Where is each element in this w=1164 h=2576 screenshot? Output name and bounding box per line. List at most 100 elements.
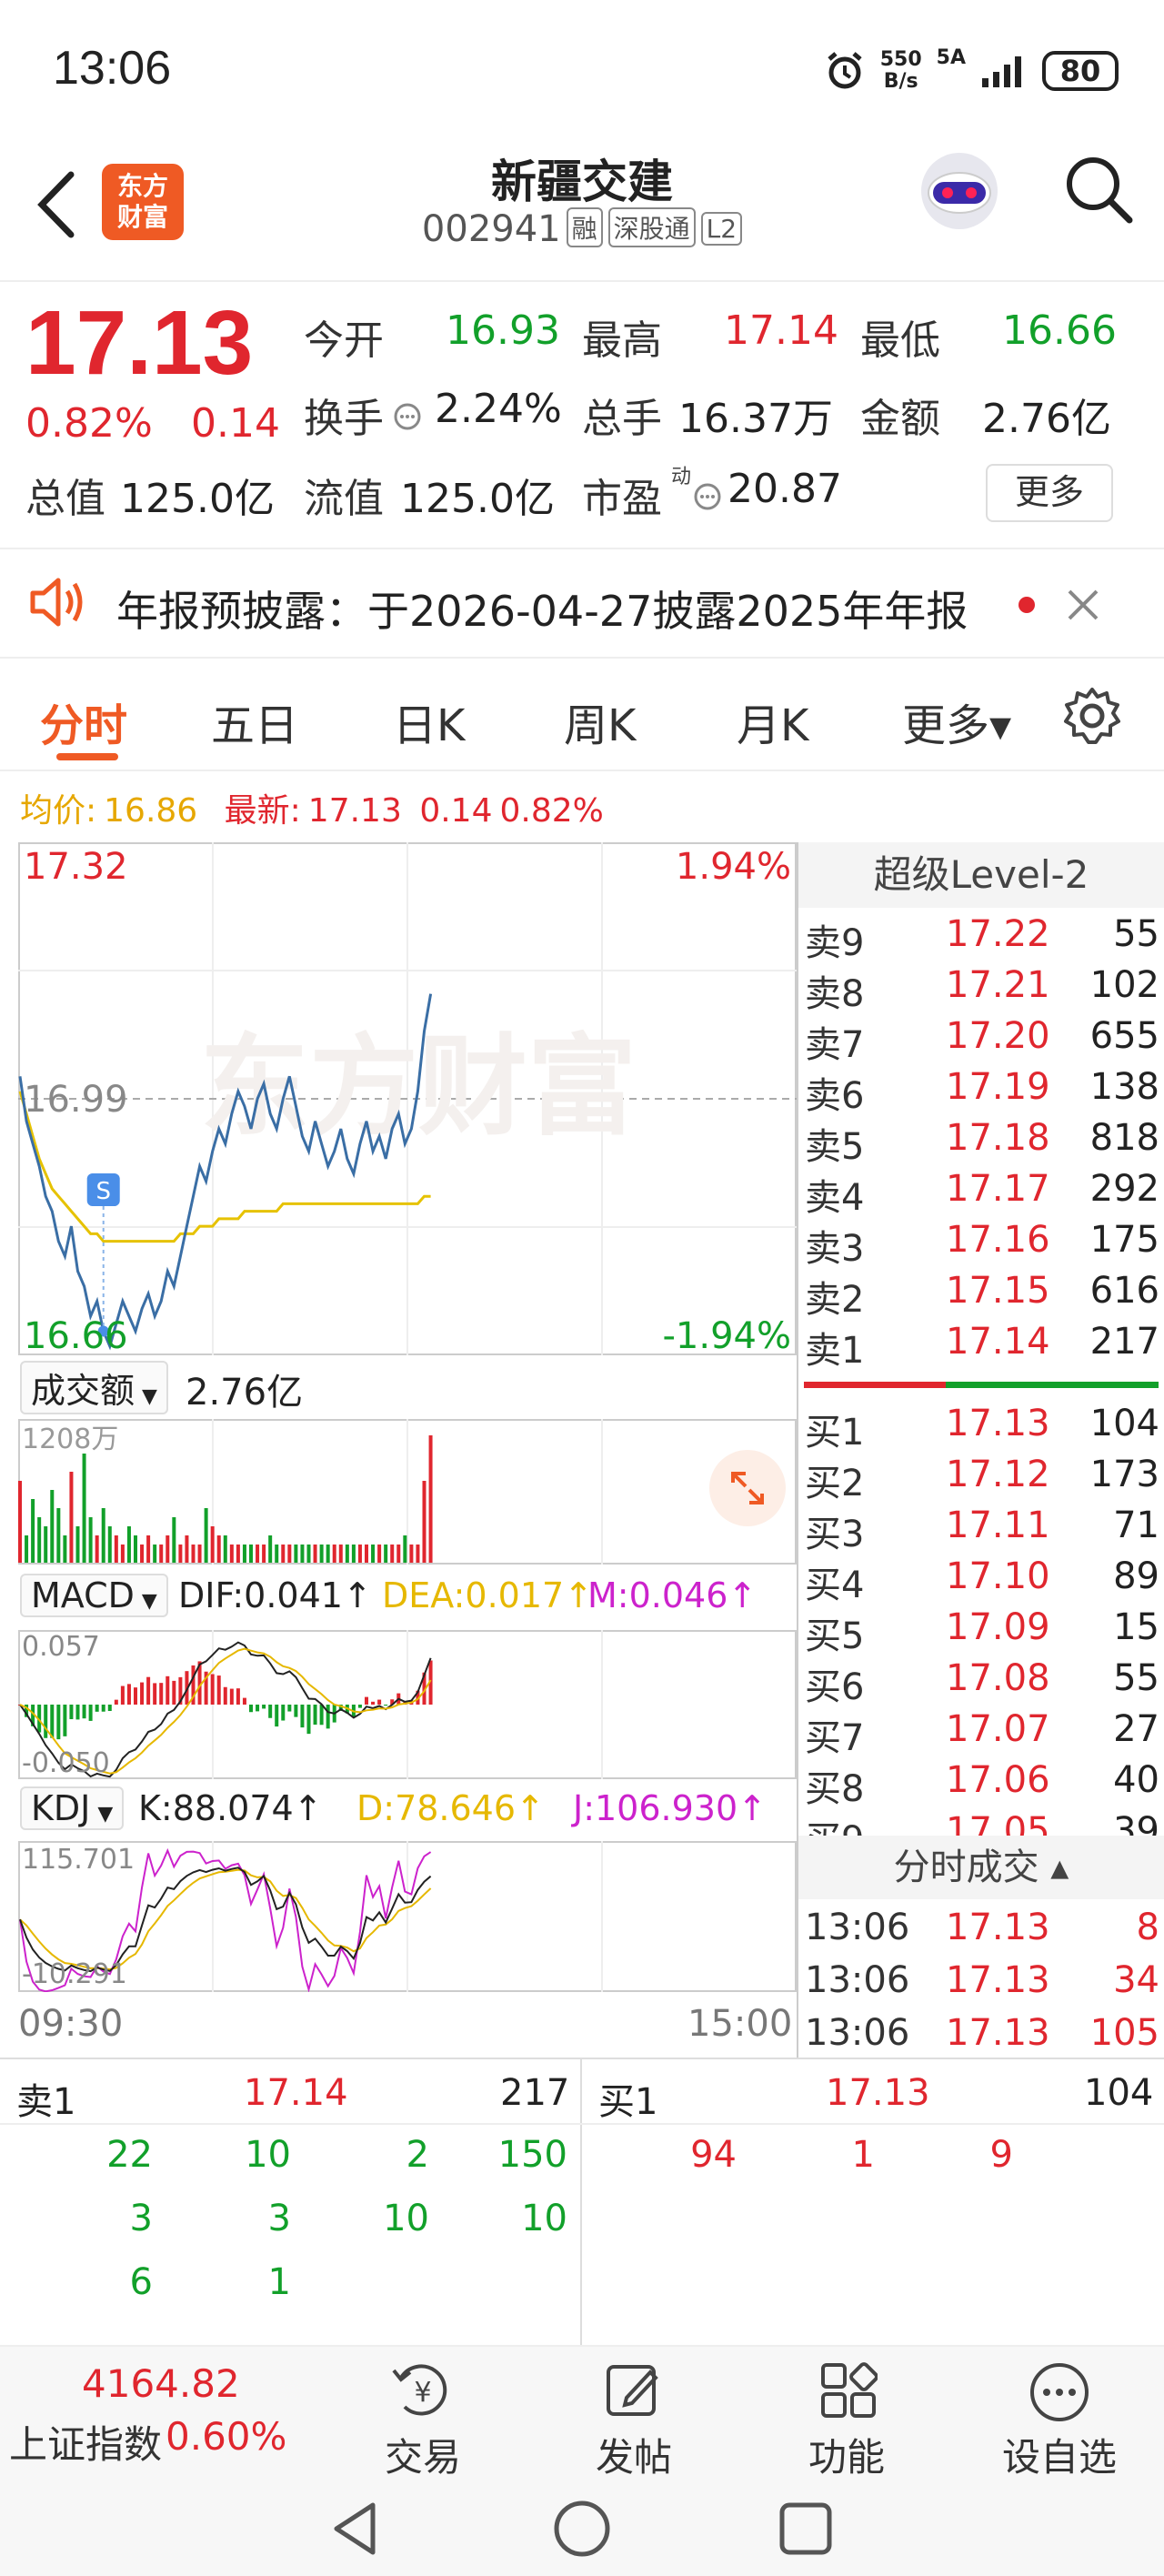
macd-bar bbox=[63, 1705, 67, 1736]
macd-bar bbox=[146, 1676, 151, 1705]
level-label: 买6 bbox=[805, 1666, 865, 1708]
level-volume: 71 bbox=[1113, 1504, 1159, 1546]
change-pct: 0.82% bbox=[25, 400, 153, 447]
search-icon[interactable] bbox=[1062, 153, 1135, 226]
bid-row[interactable]: 买2 17.12 173 bbox=[805, 1454, 1159, 1504]
indicator-select-macd[interactable]: MACD ▼ bbox=[20, 1574, 168, 1617]
volume-bar bbox=[82, 1454, 86, 1563]
index-name: 上证指数 bbox=[9, 2422, 163, 2467]
macd-bar bbox=[69, 1705, 74, 1720]
info-icon[interactable] bbox=[693, 482, 722, 511]
edit-icon bbox=[607, 2365, 658, 2416]
nav-post[interactable]: 发帖 bbox=[575, 2356, 693, 2480]
queue-order: 150 bbox=[497, 2134, 567, 2176]
volume-bar bbox=[384, 1545, 388, 1563]
volume-bar bbox=[56, 1508, 61, 1563]
open-label: 今开 bbox=[304, 317, 384, 364]
indicator-select-kdj[interactable]: KDJ ▼ bbox=[20, 1786, 125, 1830]
pe-label: 市盈 bbox=[582, 476, 662, 522]
tick-trades-header[interactable]: 分时成交 ▴ bbox=[798, 1836, 1164, 1899]
volume-bar bbox=[159, 1545, 164, 1563]
bid-row[interactable]: 买8 17.06 40 bbox=[805, 1759, 1159, 1810]
macd-bar bbox=[44, 1705, 48, 1738]
macd-bar bbox=[300, 1705, 305, 1728]
more-dots-icon bbox=[1030, 2363, 1089, 2421]
home-nav-icon[interactable] bbox=[553, 2500, 611, 2558]
close-icon[interactable] bbox=[1066, 588, 1100, 622]
nav-functions[interactable]: 功能 bbox=[788, 2356, 906, 2480]
ask-row[interactable]: 卖9 17.22 55 bbox=[805, 913, 1159, 964]
nav-add-watchlist[interactable]: 设自选 bbox=[991, 2356, 1128, 2480]
volume-bar bbox=[185, 1535, 189, 1563]
ask-row[interactable]: 卖4 17.17 292 bbox=[805, 1168, 1159, 1219]
alarm-icon bbox=[828, 52, 862, 89]
volume-label: 总手 bbox=[582, 396, 662, 442]
ratio-bar-sell bbox=[804, 1382, 946, 1388]
bid-row[interactable]: 买7 17.07 27 bbox=[805, 1708, 1159, 1759]
recent-apps-icon[interactable] bbox=[778, 2501, 833, 2556]
kdj-j: J:106.930↑ bbox=[573, 1788, 767, 1828]
index-ticker[interactable]: 4164.82 上证指数 0.60% bbox=[0, 2345, 286, 2481]
order-book-title[interactable]: 超级Level-2 bbox=[798, 842, 1164, 908]
queue-ask-price: 17.14 bbox=[244, 2072, 348, 2114]
tick-row[interactable]: 13:06 17.13 34 bbox=[805, 1959, 1159, 2010]
back-nav-icon[interactable] bbox=[327, 2500, 382, 2558]
bid-row[interactable]: 买6 17.08 55 bbox=[805, 1657, 1159, 1708]
more-button[interactable]: 更多 bbox=[986, 464, 1113, 522]
indicator-select-volume[interactable]: 成交额 ▼ bbox=[20, 1361, 168, 1414]
grid-icon bbox=[821, 2362, 878, 2418]
ask-row[interactable]: 卖2 17.15 616 bbox=[805, 1270, 1159, 1321]
ratio-bar-buy bbox=[946, 1382, 1159, 1388]
macd-bar bbox=[249, 1705, 254, 1713]
volume-bar bbox=[313, 1545, 317, 1563]
level-volume: 27 bbox=[1113, 1708, 1159, 1750]
tick-row[interactable]: 13:06 17.13 105 bbox=[805, 2012, 1159, 2063]
level-volume: 616 bbox=[1089, 1270, 1159, 1312]
bid-row[interactable]: 买4 17.10 89 bbox=[805, 1555, 1159, 1606]
tab-daily-k[interactable]: 日K bbox=[393, 689, 465, 753]
volume-bar bbox=[134, 1535, 138, 1563]
volume-bar bbox=[178, 1545, 183, 1563]
ask-row[interactable]: 卖5 17.18 818 bbox=[805, 1117, 1159, 1168]
y-max-label: 17.32 bbox=[24, 846, 128, 888]
ask-row[interactable]: 卖8 17.21 102 bbox=[805, 964, 1159, 1015]
last-price: 17.13 bbox=[25, 292, 254, 394]
macd-bar bbox=[294, 1705, 298, 1717]
expand-button[interactable] bbox=[709, 1450, 786, 1526]
tab-five-day[interactable]: 五日 bbox=[211, 689, 298, 753]
volume-bar bbox=[37, 1517, 42, 1563]
ask-row[interactable]: 卖3 17.16 175 bbox=[805, 1219, 1159, 1270]
tab-intraday[interactable]: 分时 bbox=[40, 689, 127, 753]
ask-row[interactable]: 卖7 17.20 655 bbox=[805, 1015, 1159, 1066]
macd-bar bbox=[216, 1675, 221, 1705]
tab-monthly-k[interactable]: 月K bbox=[737, 689, 808, 753]
tick-row[interactable]: 13:06 17.13 8 bbox=[805, 1907, 1159, 1957]
bid-row[interactable]: 买1 17.13 104 bbox=[805, 1403, 1159, 1454]
ask-row[interactable]: 卖6 17.19 138 bbox=[805, 1066, 1159, 1117]
order-queue bbox=[0, 2058, 1164, 2345]
level-price: 17.22 bbox=[946, 913, 1050, 955]
tab-more[interactable]: 更多▾ bbox=[902, 689, 1011, 753]
level-label: 买3 bbox=[805, 1514, 865, 1555]
level-price: 17.08 bbox=[946, 1657, 1050, 1699]
robot-assistant-icon[interactable] bbox=[909, 146, 1009, 236]
level-price: 17.13 bbox=[946, 1959, 1050, 2001]
bid-row[interactable]: 买3 17.11 71 bbox=[805, 1504, 1159, 1555]
intraday-chart[interactable]: 东方财富 S 17.32 16.99 16.66 1.94% -1.94% bbox=[18, 842, 797, 1355]
info-icon[interactable] bbox=[393, 402, 422, 431]
gear-icon[interactable] bbox=[1060, 684, 1124, 748]
bid-row[interactable]: 买5 17.09 15 bbox=[805, 1606, 1159, 1657]
net-speed: 550 B/s bbox=[879, 48, 922, 93]
queue-order: 9 bbox=[989, 2134, 1013, 2176]
avg-value: 16.86 bbox=[104, 792, 198, 830]
ask-row[interactable]: 卖1 17.14 217 bbox=[805, 1321, 1159, 1372]
volume-bar bbox=[191, 1545, 196, 1563]
volume-bar bbox=[114, 1535, 118, 1563]
volume-bar bbox=[229, 1545, 234, 1563]
tag-margin: 融 bbox=[566, 207, 603, 247]
level-volume: 8 bbox=[1136, 1907, 1159, 1948]
nav-trade[interactable]: ¥ 交易 bbox=[364, 2356, 482, 2480]
volume-bar bbox=[428, 1435, 433, 1563]
macd-bar bbox=[287, 1705, 292, 1712]
tab-weekly-k[interactable]: 周K bbox=[564, 689, 636, 753]
